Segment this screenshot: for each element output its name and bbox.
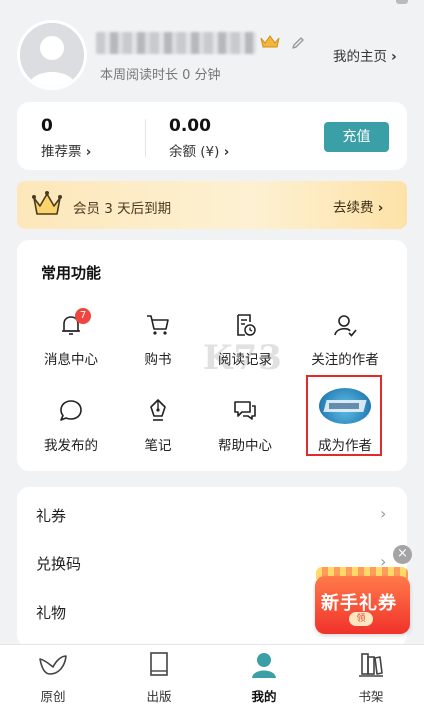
func-label: 帮助中心 (218, 438, 272, 454)
tab-label: 书架 (358, 689, 384, 704)
cart-icon (147, 315, 169, 335)
balance-label: 余额 (¥) › (169, 144, 230, 160)
list-item-gifts[interactable]: 礼物 (36, 602, 66, 623)
list-item-redeem-code[interactable]: 兑换码 (36, 553, 81, 574)
chevron-right-icon: › (85, 144, 92, 160)
vip-crown-icon (32, 191, 62, 215)
recommend-votes-value: 0 (41, 116, 53, 136)
followed-author-icon (334, 315, 357, 337)
func-label: 购书 (144, 352, 172, 368)
renew-link[interactable]: 去续费 › (333, 196, 383, 216)
func-my-posts[interactable]: 我发布的 (26, 396, 116, 454)
func-reading-history[interactable]: 阅读记录 (200, 310, 290, 368)
my-homepage-label: 我的主页 (333, 49, 387, 65)
chevron-right-icon: › (391, 49, 397, 65)
divider (145, 119, 146, 157)
weekly-read-time: 本周阅读时长 0 分钟 (100, 68, 221, 83)
func-followed-authors[interactable]: 关注的作者 (300, 310, 390, 368)
vip-crown-icon (260, 35, 280, 48)
bird-icon (39, 655, 67, 675)
common-functions-title: 常用功能 (41, 264, 102, 282)
promo-close-button[interactable]: × (393, 545, 412, 564)
profile-icon (252, 653, 276, 678)
func-buy-books[interactable]: 购书 (113, 310, 203, 368)
func-notes[interactable]: 笔记 (113, 396, 203, 454)
func-help-center[interactable]: 帮助中心 (200, 396, 290, 454)
unread-badge: 7 (75, 308, 91, 324)
tab-label: 我的 (251, 689, 277, 704)
list-item-vouchers[interactable]: 礼券 (36, 505, 66, 526)
func-label: 消息中心 (44, 352, 98, 368)
membership-expiry-text: 会员 3 天后到期 (73, 201, 172, 217)
status-indicator (396, 0, 408, 4)
func-message-center[interactable]: 7 消息中心 (26, 308, 116, 368)
chevron-right-icon: › (223, 144, 230, 160)
func-label: 阅读记录 (218, 352, 272, 368)
my-homepage-link[interactable]: 我的主页 › (333, 45, 397, 65)
balance-value: 0.00 (169, 116, 211, 136)
pen-nib-icon (150, 399, 166, 421)
tab-original[interactable]: 原创 (18, 650, 88, 705)
username-blurred (96, 32, 256, 54)
func-label: 我发布的 (44, 438, 98, 454)
promo-claim-tab[interactable]: 领 (349, 612, 373, 626)
func-label: 关注的作者 (311, 352, 379, 368)
tab-label: 出版 (146, 689, 172, 704)
func-label: 笔记 (144, 438, 172, 454)
book-icon (150, 652, 168, 676)
tab-bookshelf[interactable]: 书架 (336, 650, 406, 705)
edit-icon[interactable] (290, 35, 306, 51)
help-chat-icon (234, 401, 256, 420)
chevron-right-icon: › (380, 504, 387, 523)
recharge-button[interactable]: 充值 (324, 122, 389, 152)
tab-mine[interactable]: 我的 (229, 650, 299, 705)
comment-bubble-icon (60, 400, 82, 421)
chevron-right-icon: › (377, 200, 384, 216)
tab-label: 原创 (40, 689, 66, 704)
recommend-votes-label: 推荐票 › (41, 144, 92, 160)
bookshelf-icon (359, 653, 383, 677)
highlight-box (306, 375, 382, 456)
balance[interactable]: 0.00 余额 (¥) › (169, 116, 229, 160)
reading-history-icon (237, 314, 256, 336)
default-avatar-icon (20, 23, 84, 87)
renew-label: 去续费 (333, 200, 374, 216)
tab-publish[interactable]: 出版 (124, 650, 194, 705)
recommend-votes[interactable]: 0 推荐票 › (41, 116, 91, 160)
avatar[interactable] (17, 20, 87, 90)
